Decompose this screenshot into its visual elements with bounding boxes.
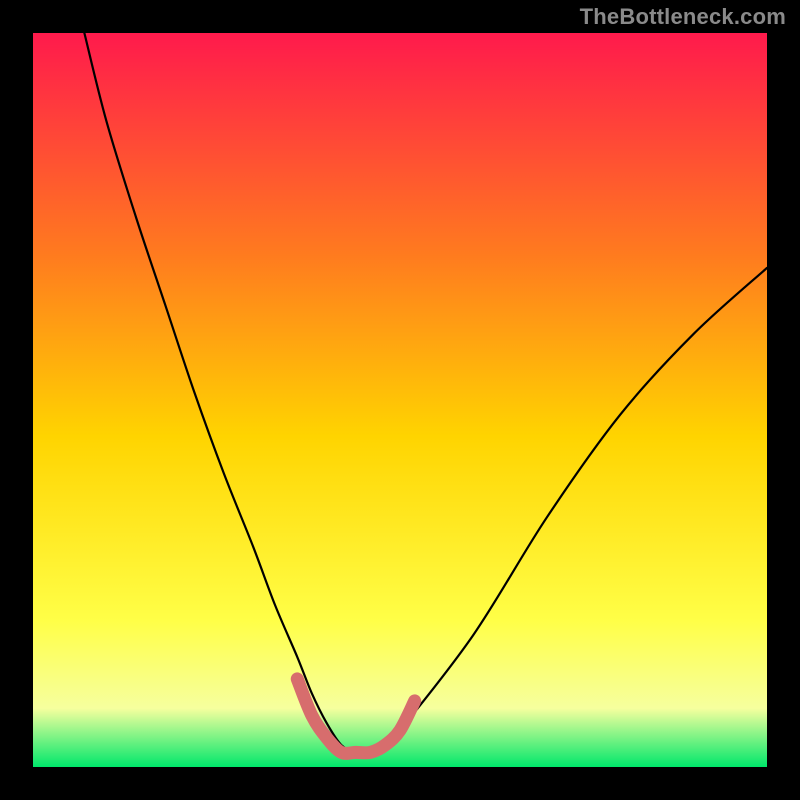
chart-stage: { "watermark": "TheBottleneck.com", "col…: [0, 0, 800, 800]
bottleneck-chart: [0, 0, 800, 800]
watermark-text: TheBottleneck.com: [580, 4, 786, 30]
plot-background: [33, 33, 767, 767]
